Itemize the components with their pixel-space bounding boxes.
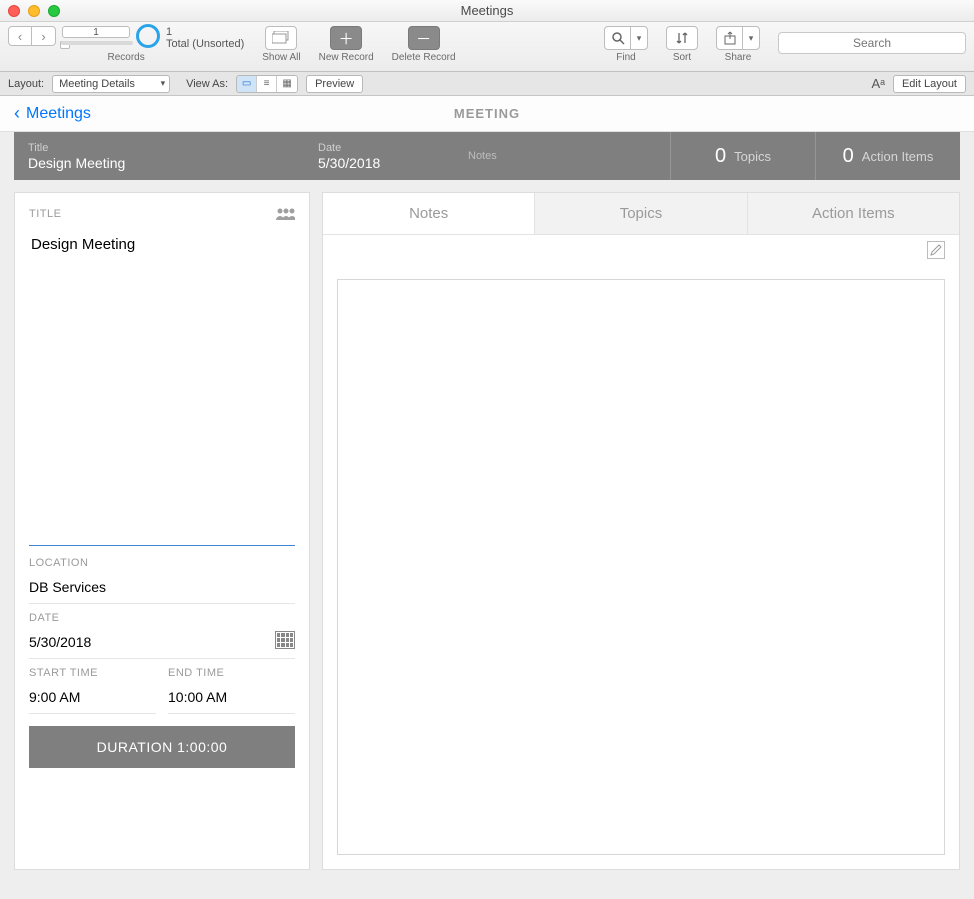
edit-note-button[interactable] [927, 241, 945, 259]
share-button[interactable]: ▾ [716, 26, 760, 50]
preview-button[interactable]: Preview [306, 75, 363, 93]
sort-button[interactable] [666, 26, 698, 50]
stack-icon [272, 31, 290, 45]
next-record-button[interactable]: › [32, 26, 56, 46]
find-label: Find [616, 52, 635, 63]
record-total-text: 1 Total (Unsorted) [166, 26, 244, 50]
zoom-window[interactable] [48, 5, 60, 17]
location-field[interactable]: LOCATION DB Services [29, 549, 295, 604]
notes-textarea[interactable] [337, 279, 945, 855]
breadcrumb-back[interactable]: Meetings [26, 105, 91, 123]
tab-topics[interactable]: Topics [535, 193, 747, 234]
show-all-button[interactable] [265, 26, 297, 50]
breadcrumb: ‹ Meetings MEETING [0, 96, 974, 132]
header-topics-count: 0 Topics [670, 132, 815, 180]
window-title: Meetings [0, 3, 974, 18]
start-time-field[interactable]: START TIME 9:00 AM [29, 659, 156, 714]
title-section-label: TITLE [29, 208, 61, 220]
sort-icon [675, 31, 689, 45]
view-table-icon[interactable]: ▦ [277, 76, 297, 92]
header-date-cell: Date 5/30/2018 [304, 132, 454, 180]
layout-bar: Layout: Meeting Details View As: ▭ ≡ ▦ P… [0, 72, 974, 96]
details-panel: TITLE LOCATION DB Services DATE 5/30/201… [14, 192, 310, 870]
layout-label: Layout: [8, 78, 44, 90]
find-button[interactable]: ▾ [604, 26, 648, 50]
content-area: ‹ Meetings MEETING Title Design Meeting … [0, 96, 974, 899]
title-input[interactable] [29, 226, 295, 546]
view-form-icon[interactable]: ▭ [237, 76, 257, 92]
share-label: Share [725, 52, 752, 63]
header-actions-count: 0 Action Items [815, 132, 960, 180]
layout-select[interactable]: Meeting Details [52, 75, 170, 93]
header-notes-cell: Notes [454, 132, 670, 180]
tabs-panel: Notes Topics Action Items [322, 192, 960, 870]
page-title: MEETING [0, 106, 974, 121]
delete-record-label: Delete Record [392, 52, 456, 63]
record-slider[interactable]: 1 [62, 26, 130, 38]
record-current: 1 [93, 27, 99, 38]
delete-record-button[interactable]: － [408, 26, 440, 50]
close-window[interactable] [8, 5, 20, 17]
calendar-icon[interactable] [275, 631, 295, 649]
main-toolbar: ‹ › 1 1 Total (Unsorted) Records Show Al… [0, 22, 974, 72]
formatting-bar-button[interactable]: Aᵃ [871, 76, 885, 91]
tabs: Notes Topics Action Items [323, 193, 959, 235]
duration-display: DURATION 1:00:00 [29, 726, 295, 768]
sort-label: Sort [673, 52, 691, 63]
view-list-icon[interactable]: ≡ [257, 76, 277, 92]
magnifier-icon [604, 26, 630, 50]
edit-layout-button[interactable]: Edit Layout [893, 75, 966, 93]
pencil-icon [930, 244, 942, 256]
share-icon [716, 26, 742, 50]
view-as-label: View As: [186, 78, 228, 90]
titlebar: Meetings [0, 0, 974, 22]
notes-body [323, 235, 959, 869]
new-record-button[interactable]: ＋ [330, 26, 362, 50]
prev-record-button[interactable]: ‹ [8, 26, 32, 46]
header-title-cell: Title Design Meeting [14, 132, 304, 180]
show-all-label: Show All [262, 52, 300, 63]
view-as-segmented[interactable]: ▭ ≡ ▦ [236, 75, 298, 93]
tab-action-items[interactable]: Action Items [748, 193, 959, 234]
record-header: Title Design Meeting Date 5/30/2018 Note… [14, 132, 960, 180]
date-field[interactable]: DATE 5/30/2018 [29, 604, 295, 659]
window-controls [8, 5, 60, 17]
end-time-field[interactable]: END TIME 10:00 AM [168, 659, 295, 714]
search-input[interactable] [778, 32, 966, 54]
minimize-window[interactable] [28, 5, 40, 17]
back-chevron-icon[interactable]: ‹ [14, 103, 20, 124]
pie-chart-icon[interactable] [136, 24, 160, 48]
records-label: Records [108, 52, 145, 63]
tab-notes[interactable]: Notes [323, 193, 535, 234]
attendees-icon[interactable] [275, 207, 295, 226]
new-record-label: New Record [319, 52, 374, 63]
records-group: ‹ › 1 1 Total (Unsorted) Records [8, 26, 244, 63]
